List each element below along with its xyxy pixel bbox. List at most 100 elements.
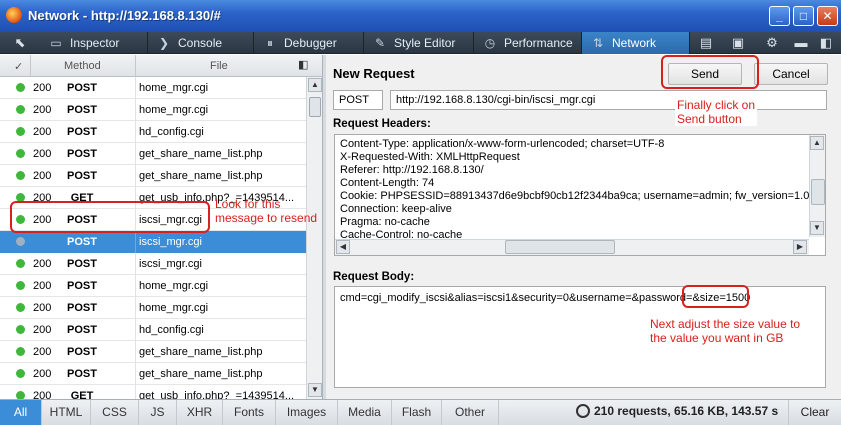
status-code: 200 <box>33 302 52 314</box>
method-input[interactable]: POST <box>333 90 383 110</box>
status-dot-icon <box>16 171 25 180</box>
scroll-up-icon[interactable]: ▲ <box>308 78 322 92</box>
request-method: POST <box>67 148 97 160</box>
filter-images-button[interactable]: Images <box>276 400 338 425</box>
filter-js-button[interactable]: JS <box>139 400 177 425</box>
dock-side-icon[interactable]: ◧ <box>817 34 835 52</box>
filter-media-button[interactable]: Media <box>338 400 392 425</box>
table-row[interactable]: 200 POST home_mgr.cgi <box>0 99 306 121</box>
minimize-button[interactable]: _ <box>769 6 790 26</box>
tab-network[interactable]: ⇅ Network <box>582 32 690 54</box>
resend-highlight-box <box>10 201 210 233</box>
dock-bottom-icon[interactable]: ▬ <box>792 34 810 52</box>
filter-other-button[interactable]: Other <box>442 400 499 425</box>
status-dot-icon <box>16 237 25 246</box>
new-request-title: New Request <box>333 66 415 81</box>
tab-label: Debugger <box>284 36 337 50</box>
tab-debugger[interactable]: ⏸ Debugger <box>254 32 364 54</box>
tab-console[interactable]: ❯ Console <box>148 32 254 54</box>
request-headers-textarea[interactable]: Content-Type: application/x-www-form-url… <box>334 134 826 256</box>
request-list-header: ✓ Method File ◧ <box>0 55 322 77</box>
header-line: Content-Type: application/x-www-form-url… <box>340 138 665 150</box>
tab-inspector[interactable]: ▭ Inspector <box>40 32 148 54</box>
column-method[interactable]: Method <box>64 60 101 72</box>
summary-text: 210 requests, 65.16 KB, 143.57 s <box>594 404 779 418</box>
scroll-down-icon[interactable]: ▼ <box>308 383 322 397</box>
filter-all-button[interactable]: All <box>0 400 42 425</box>
console-icon: ❯ <box>158 36 170 50</box>
table-row[interactable]: 200 POST get_share_name_list.php <box>0 165 306 187</box>
filter-html-button[interactable]: HTML <box>42 400 91 425</box>
headers-vertical-scrollbar[interactable]: ▲ ▼ <box>809 135 825 237</box>
request-file: home_mgr.cgi <box>139 280 209 292</box>
table-row[interactable]: 200 POST get_share_name_list.php <box>0 363 306 385</box>
tab-label: Console <box>178 36 223 50</box>
request-file: get_share_name_list.php <box>139 148 263 160</box>
request-method: POST <box>67 126 97 138</box>
filter-fonts-button[interactable]: Fonts <box>223 400 276 425</box>
style-editor-icon: ✎ <box>374 36 386 50</box>
status-code: 200 <box>33 368 52 380</box>
size-note: Next adjust the size value to the value … <box>650 317 801 345</box>
maximize-button[interactable]: □ <box>793 6 814 26</box>
request-file: hd_config.cgi <box>139 324 204 336</box>
request-method: POST <box>67 280 97 292</box>
filter-xhr-button[interactable]: XHR <box>177 400 223 425</box>
tab-performance[interactable]: ◷ Performance <box>474 32 582 54</box>
settings-gear-icon[interactable]: ⚙ <box>763 34 781 52</box>
close-window-button[interactable]: ✕ <box>817 6 838 26</box>
status-code: 200 <box>33 324 52 336</box>
filter-flash-button[interactable]: Flash <box>392 400 442 425</box>
scroll-thumb[interactable] <box>309 97 321 117</box>
scroll-right-icon[interactable]: ▶ <box>793 240 807 254</box>
filter-css-button[interactable]: CSS <box>91 400 139 425</box>
performance-icon: ◷ <box>484 36 496 50</box>
table-row[interactable]: 200 POST iscsi_mgr.cgi <box>0 253 306 275</box>
clear-button[interactable]: Clear <box>788 400 841 425</box>
devtools-toolbar: ⬉ ▭ Inspector ❯ Console ⏸ Debugger ✎ Style E… <box>0 32 841 54</box>
request-method: POST <box>67 302 97 314</box>
status-dot-icon <box>16 391 25 399</box>
cancel-button[interactable]: Cancel <box>754 63 828 85</box>
request-method: POST <box>67 346 97 358</box>
status-code: 200 <box>33 170 52 182</box>
scroll-left-icon[interactable]: ◀ <box>336 240 350 254</box>
scratchpad-icon[interactable]: ▤ <box>697 34 715 52</box>
header-line: Referer: http://192.168.8.130/ <box>340 164 484 176</box>
headers-horizontal-scrollbar[interactable]: ◀ ▶ <box>335 239 809 255</box>
table-row[interactable]: 200 POST home_mgr.cgi <box>0 77 306 99</box>
table-row[interactable]: 200 POST hd_config.cgi <box>0 319 306 341</box>
table-row[interactable]: 200 POST hd_config.cgi <box>0 121 306 143</box>
url-input[interactable]: http://192.168.8.130/cgi-bin/iscsi_mgr.c… <box>390 90 827 110</box>
table-row[interactable]: 200 POST home_mgr.cgi <box>0 297 306 319</box>
column-file[interactable]: File <box>210 60 228 72</box>
toggle-sidebar-icon[interactable]: ◧ <box>298 58 308 71</box>
table-row[interactable]: 200 POST get_share_name_list.php <box>0 341 306 363</box>
network-icon: ⇅ <box>592 36 604 50</box>
scroll-up-icon[interactable]: ▲ <box>810 136 824 150</box>
table-row[interactable]: 200 GET get_usb_info.php?_=1439514... <box>0 385 306 399</box>
request-detail-panel: New Request Send Cancel POST http://192.… <box>326 55 841 399</box>
table-row[interactable]: 200 POST get_share_name_list.php <box>0 143 306 165</box>
header-line: Connection: keep-alive <box>340 203 452 215</box>
request-file: get_share_name_list.php <box>139 346 263 358</box>
tab-style-editor[interactable]: ✎ Style Editor <box>364 32 474 54</box>
tab-label: Style Editor <box>394 36 456 50</box>
size-highlight-box <box>682 285 749 308</box>
request-list-scrollbar[interactable]: ▲ ▼ <box>306 77 322 399</box>
firefox-icon <box>6 7 22 23</box>
request-method: POST <box>67 82 97 94</box>
tab-label: Network <box>612 36 657 50</box>
table-row[interactable]: 200 POST home_mgr.cgi <box>0 275 306 297</box>
responsive-mode-icon[interactable]: ▣ <box>729 34 747 52</box>
table-row[interactable]: POST iscsi_mgr.cgi <box>0 231 306 253</box>
request-method: GET <box>70 390 94 399</box>
request-file: get_usb_info.php?_=1439514... <box>139 390 295 399</box>
status-dot-icon <box>16 83 25 92</box>
scroll-thumb[interactable] <box>505 240 615 254</box>
scroll-thumb[interactable] <box>811 179 825 205</box>
status-code: 200 <box>33 126 52 138</box>
scroll-down-icon[interactable]: ▼ <box>810 221 824 235</box>
status-code: 200 <box>33 258 52 270</box>
element-picker-icon[interactable]: ⬉ <box>11 34 29 52</box>
